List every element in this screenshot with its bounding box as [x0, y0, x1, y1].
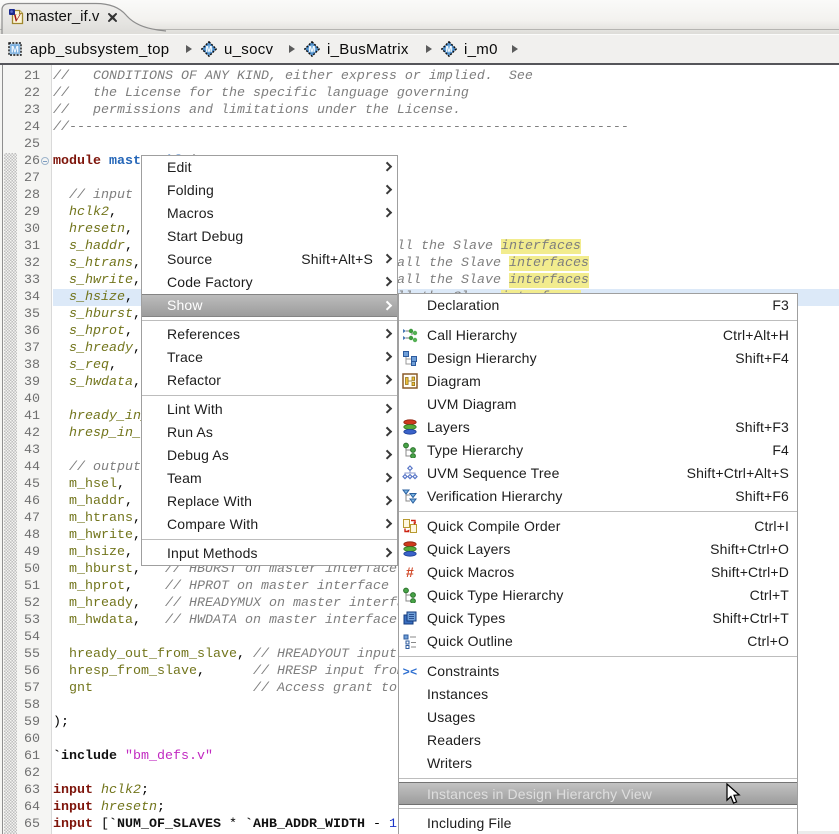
svg-text:M: M [309, 45, 316, 54]
svg-text:#: # [406, 564, 414, 580]
svg-text:M: M [11, 45, 19, 56]
svg-text:M: M [446, 45, 453, 54]
svg-text:M: M [206, 45, 213, 54]
svg-text:><: >< [403, 666, 418, 680]
